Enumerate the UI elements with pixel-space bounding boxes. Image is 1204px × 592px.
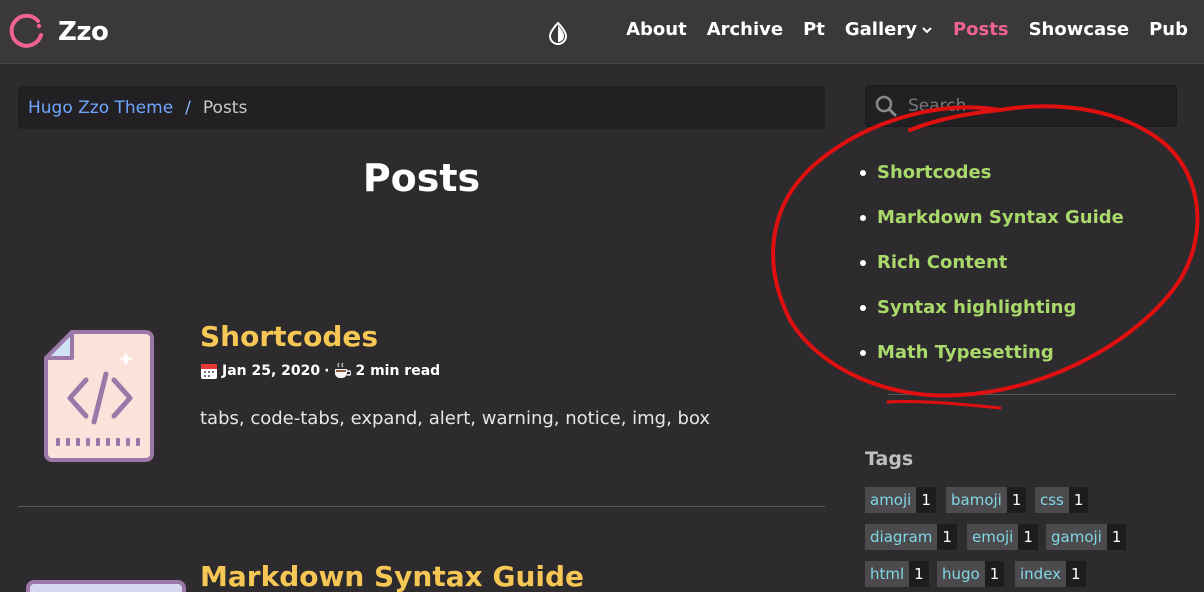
- recent-post-link[interactable]: Markdown Syntax Guide: [860, 195, 1124, 240]
- bullet: [860, 304, 866, 311]
- tag-name: bamoji: [946, 487, 1007, 513]
- bullet: [860, 214, 866, 221]
- nav-item-gallery[interactable]: Gallery: [845, 19, 933, 40]
- tag-chip[interactable]: diagram 1: [865, 524, 957, 550]
- breadcrumb-separator: /: [185, 97, 191, 118]
- tag-count: 1: [984, 561, 1005, 587]
- recent-post-link[interactable]: Syntax highlighting: [860, 285, 1124, 330]
- tag-chip[interactable]: bamoji 1: [946, 487, 1027, 513]
- navbar: Zzo About Archive Pt Gallery Posts Showc…: [0, 0, 1204, 64]
- recent-post-link[interactable]: Rich Content: [860, 240, 1124, 285]
- document-icon[interactable]: [26, 580, 186, 592]
- tag-name: gamoji: [1046, 524, 1107, 550]
- coffee-icon: [335, 362, 352, 379]
- theme-toggle-icon[interactable]: [546, 21, 570, 45]
- page-title: Posts: [362, 156, 481, 200]
- tags-heading: Tags: [865, 448, 914, 470]
- tag-chip[interactable]: amoji 1: [865, 487, 936, 513]
- calendar-icon: [201, 364, 217, 379]
- tag-name: diagram: [865, 524, 938, 550]
- search-input[interactable]: [908, 96, 1158, 116]
- recent-post-label: Math Typesetting: [877, 342, 1054, 363]
- recent-post-link[interactable]: Math Typesetting: [860, 330, 1124, 375]
- post-title[interactable]: Shortcodes: [200, 320, 378, 353]
- breadcrumb-home-link[interactable]: Hugo Zzo Theme: [28, 98, 173, 118]
- chevron-down-icon: [922, 26, 932, 33]
- nav-item-gallery-label: Gallery: [844, 19, 917, 40]
- recent-post-link[interactable]: Shortcodes: [860, 150, 1124, 195]
- tag-count: 1: [1018, 524, 1038, 550]
- tag-count: 1: [937, 524, 957, 550]
- nav-item-pt[interactable]: Pt: [803, 19, 825, 40]
- nav-item-posts[interactable]: Posts: [953, 19, 1009, 40]
- breadcrumb: Hugo Zzo Theme / Posts: [18, 86, 825, 129]
- tag-count: 1: [1106, 524, 1127, 550]
- tag-name: emoji: [967, 524, 1019, 550]
- tag-count: 1: [1066, 561, 1086, 587]
- post-summary: tabs, code-tabs, expand, alert, warning,…: [200, 408, 711, 429]
- nav-item-pub[interactable]: Pub: [1149, 19, 1188, 40]
- tag-chip[interactable]: css 1: [1035, 487, 1089, 513]
- bullet: [860, 349, 866, 356]
- tag-count: 1: [916, 487, 936, 513]
- recent-posts-list: Shortcodes Markdown Syntax Guide Rich Co…: [860, 150, 1124, 375]
- breadcrumb-current: Posts: [202, 97, 248, 118]
- tag-name: amoji: [865, 487, 917, 513]
- post-title[interactable]: Markdown Syntax Guide: [200, 560, 584, 592]
- post-divider: [18, 506, 825, 507]
- tag-chip[interactable]: index 1: [1015, 561, 1086, 587]
- recent-post-label: Markdown Syntax Guide: [877, 207, 1124, 228]
- tag-count: 1: [1006, 487, 1027, 513]
- search-icon: [875, 95, 897, 117]
- post-meta: Jan 25, 2020 · 2 min read: [200, 362, 440, 380]
- tag-name: hugo: [937, 561, 985, 587]
- meta-separator: ·: [324, 363, 330, 379]
- tag-chip[interactable]: emoji 1: [967, 524, 1038, 550]
- code-file-icon[interactable]: [42, 328, 154, 464]
- tag-chip[interactable]: html 1: [865, 561, 929, 587]
- tag-name: css: [1035, 487, 1069, 513]
- post-date: Jan 25, 2020: [222, 363, 321, 379]
- post-read-time: 2 min read: [355, 363, 441, 379]
- bullet: [860, 169, 866, 176]
- brand-name: Zzo: [58, 17, 109, 47]
- recent-post-label: Rich Content: [877, 252, 1008, 273]
- brand-logo-icon: [9, 13, 43, 48]
- tag-count: 1: [1068, 487, 1089, 513]
- bullet: [860, 259, 866, 266]
- search-box[interactable]: [865, 85, 1177, 127]
- brand[interactable]: Zzo: [8, 13, 109, 51]
- sidebar-divider: [888, 394, 1176, 395]
- main-menu: About Archive Pt Gallery Posts Showcase …: [626, 19, 1188, 40]
- recent-post-label: Shortcodes: [877, 162, 992, 183]
- tag-chip[interactable]: gamoji 1: [1046, 524, 1127, 550]
- tag-chip[interactable]: hugo 1: [937, 561, 1005, 587]
- nav-item-about[interactable]: About: [626, 19, 687, 40]
- tag-name: html: [865, 561, 910, 587]
- nav-item-showcase[interactable]: Showcase: [1029, 19, 1130, 40]
- tag-count: 1: [909, 561, 929, 587]
- tag-name: index: [1015, 561, 1067, 587]
- recent-post-label: Syntax highlighting: [877, 297, 1077, 318]
- nav-item-archive[interactable]: Archive: [707, 19, 783, 40]
